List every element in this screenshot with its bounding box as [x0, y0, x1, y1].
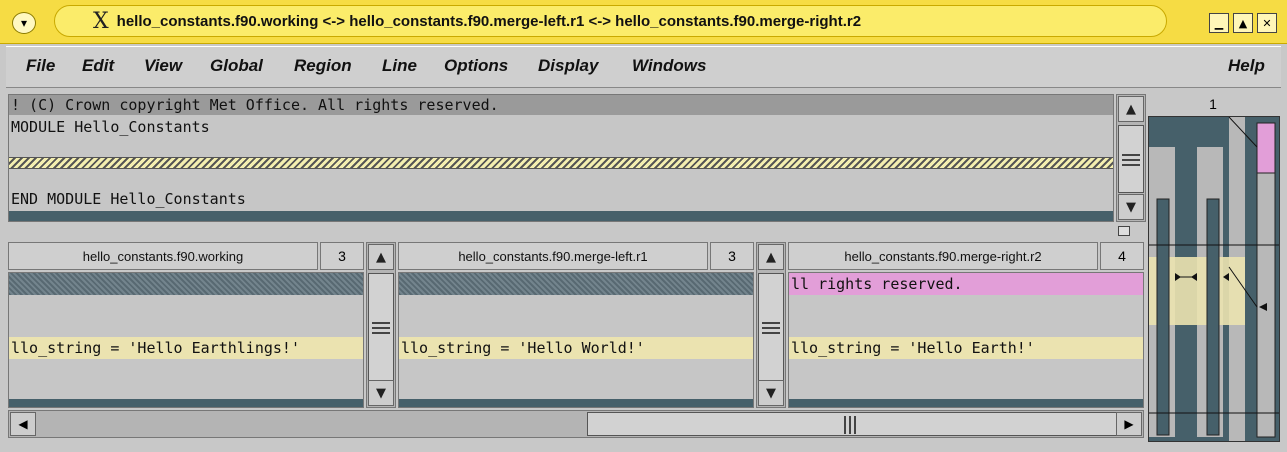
- diff-pane-merge-right[interactable]: ll rights reserved. llo_string = 'Hello …: [788, 272, 1144, 408]
- menu-line[interactable]: Line: [382, 56, 417, 76]
- scroll-thumb[interactable]: [1118, 125, 1144, 193]
- scroll-up-button[interactable]: ▲: [368, 244, 394, 270]
- minimize-button[interactable]: ▁: [1209, 13, 1229, 33]
- pane-line-number-merge-right: 4: [1100, 242, 1144, 270]
- menu-help[interactable]: Help: [1228, 56, 1265, 76]
- arrow-up-icon: ▲: [1126, 101, 1136, 117]
- horizontal-scroll-thumb[interactable]: [587, 412, 1117, 436]
- pane-header-working: hello_constants.f90.working: [8, 242, 318, 270]
- overview-graphic: [1149, 117, 1279, 441]
- minimize-icon: ▁: [1214, 16, 1224, 30]
- diff-pane-working[interactable]: llo_string = 'Hello Earthlings!': [8, 272, 364, 408]
- chevron-down-icon: ▾: [20, 16, 28, 30]
- pane-text-working: llo_string = 'Hello Earthlings!': [11, 339, 300, 357]
- arrow-up-icon: ▲: [376, 249, 386, 265]
- menu-region[interactable]: Region: [294, 56, 352, 76]
- merged-vertical-scrollbar[interactable]: ▲ ▼: [1116, 94, 1146, 222]
- arrow-left-icon: ◀: [18, 417, 28, 431]
- diff-overview-map[interactable]: [1148, 116, 1280, 442]
- pane-bottom-bar: [399, 399, 753, 407]
- menu-global[interactable]: Global: [210, 56, 263, 76]
- pane-text-merge-right: llo_string = 'Hello Earth!': [791, 339, 1035, 357]
- title-bar: ▾ X hello_constants.f90.working <-> hell…: [0, 0, 1287, 44]
- pane-resize-handle[interactable]: [1118, 226, 1130, 236]
- scroll-thumb[interactable]: [368, 273, 394, 381]
- merged-line-3: END MODULE Hello_Constants: [11, 190, 246, 208]
- close-icon: ✕: [1262, 16, 1272, 30]
- window-menu-button[interactable]: ▾: [12, 12, 36, 34]
- arrow-up-icon: ▲: [766, 249, 776, 265]
- merged-line-2: MODULE Hello_Constants: [11, 118, 210, 136]
- pane-bottom-bar: [9, 399, 363, 407]
- menubar: File Edit View Global Region Line Option…: [6, 46, 1281, 88]
- scroll-up-button[interactable]: ▲: [758, 244, 784, 270]
- arrow-down-icon: ▼: [1126, 199, 1136, 215]
- scroll-down-button[interactable]: ▼: [368, 380, 394, 406]
- horizontal-scrollbar[interactable]: ◀ ▶: [8, 410, 1144, 438]
- scroll-down-button[interactable]: ▼: [758, 380, 784, 406]
- menu-file[interactable]: File: [26, 56, 55, 76]
- scroll-thumb[interactable]: [758, 273, 784, 381]
- overview-line-number: 1: [1209, 96, 1217, 112]
- maximize-button[interactable]: ▲: [1233, 13, 1253, 33]
- unresolved-conflict-marker: [9, 157, 1113, 169]
- pane-bottom-bar: [789, 399, 1143, 407]
- window-title: hello_constants.f90.working <-> hello_co…: [116, 12, 862, 30]
- x-logo-icon: X: [93, 8, 109, 34]
- menu-view[interactable]: View: [144, 56, 182, 76]
- scroll-down-button[interactable]: ▼: [1118, 194, 1144, 220]
- pane-header-merge-left: hello_constants.f90.merge-left.r1: [398, 242, 708, 270]
- maximize-icon: ▲: [1238, 16, 1248, 30]
- menu-display[interactable]: Display: [538, 56, 598, 76]
- scroll-left-button[interactable]: ◀: [10, 412, 36, 436]
- diff-pane-merge-left[interactable]: llo_string = 'Hello World!': [398, 272, 754, 408]
- scroll-up-button[interactable]: ▲: [1118, 96, 1144, 122]
- missing-lines-marker: [9, 273, 363, 295]
- title-pill: X hello_constants.f90.working <-> hello_…: [54, 5, 1167, 37]
- scroll-right-button[interactable]: ▶: [1116, 412, 1142, 436]
- arrow-right-icon: ▶: [1124, 417, 1134, 431]
- menu-options[interactable]: Options: [444, 56, 508, 76]
- pane-header-merge-right: hello_constants.f90.merge-right.r2: [788, 242, 1098, 270]
- merged-line-1: ! (C) Crown copyright Met Office. All ri…: [11, 96, 499, 114]
- pane-line-number-working: 3: [320, 242, 364, 270]
- menu-edit[interactable]: Edit: [82, 56, 114, 76]
- pane-bottom-bar: [9, 211, 1113, 221]
- missing-lines-marker: [399, 273, 753, 295]
- merge-left-vertical-scrollbar[interactable]: ▲ ▼: [756, 242, 786, 408]
- merged-output-pane[interactable]: ! (C) Crown copyright Met Office. All ri…: [8, 94, 1114, 222]
- close-button[interactable]: ✕: [1257, 13, 1277, 33]
- arrow-down-icon: ▼: [766, 385, 776, 401]
- working-vertical-scrollbar[interactable]: ▲ ▼: [366, 242, 396, 408]
- pane-top-text-merge-right: ll rights reserved.: [791, 275, 963, 293]
- menu-windows[interactable]: Windows: [632, 56, 706, 76]
- pane-line-number-merge-left: 3: [710, 242, 754, 270]
- pane-text-merge-left: llo_string = 'Hello World!': [401, 339, 645, 357]
- arrow-down-icon: ▼: [376, 385, 386, 401]
